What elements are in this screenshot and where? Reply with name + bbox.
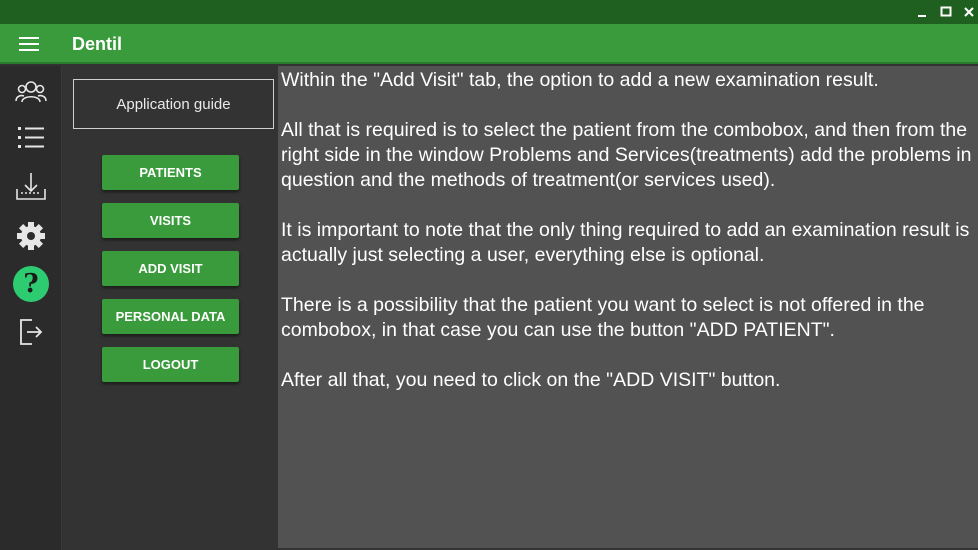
logout-button[interactable]: LOGOUT <box>102 347 239 382</box>
guide-paragraph: There is a possibility that the patient … <box>281 294 925 341</box>
visits-button[interactable]: VISITS <box>102 203 239 238</box>
app-bar: Dentil <box>0 24 978 64</box>
help-icon[interactable]: ? <box>0 262 62 306</box>
users-icon[interactable] <box>0 70 62 114</box>
window-titlebar <box>0 0 978 24</box>
close-icon[interactable] <box>959 2 978 22</box>
guide-paragraph: Within the "Add Visit" tab, the option t… <box>281 69 879 91</box>
app-title: Dentil <box>72 34 123 54</box>
help-question-glyph: ? <box>13 266 49 302</box>
logout-icon[interactable] <box>0 310 62 354</box>
patients-button[interactable]: PATIENTS <box>102 155 239 190</box>
maximize-icon[interactable] <box>936 2 956 22</box>
gear-icon[interactable] <box>0 214 62 258</box>
menu-panel: Application guide PATIENTS VISITS ADD VI… <box>62 66 278 550</box>
guide-paragraph: All that is required is to select the pa… <box>281 119 972 191</box>
personal-data-button[interactable]: PERSONAL DATA <box>102 299 239 334</box>
inbox-download-icon[interactable] <box>0 164 62 208</box>
guide-content: Within the "Add Visit" tab, the option t… <box>278 66 978 548</box>
guide-paragraph: After all that, you need to click on the… <box>281 369 781 391</box>
hamburger-menu-icon[interactable] <box>19 37 39 53</box>
add-visit-button[interactable]: ADD VISIT <box>102 251 239 286</box>
application-guide-title: Application guide <box>73 79 274 129</box>
list-icon[interactable] <box>0 116 62 160</box>
minimize-icon[interactable] <box>912 2 932 22</box>
navigation-rail: ? <box>0 66 62 550</box>
guide-paragraph: It is important to note that the only th… <box>281 219 970 266</box>
